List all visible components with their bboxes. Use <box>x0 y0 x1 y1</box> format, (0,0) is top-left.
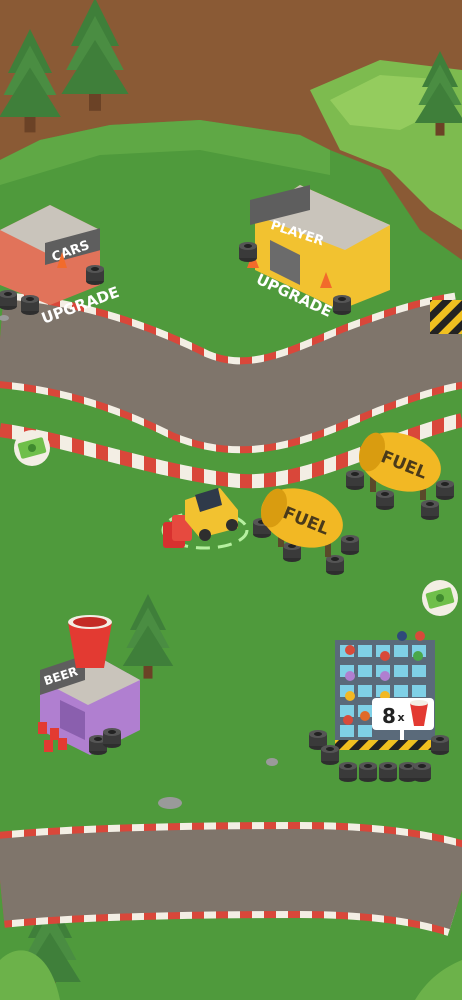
cash-icon[interactable] <box>422 580 458 616</box>
hazard-barrier <box>430 300 462 334</box>
cash-icon[interactable] <box>14 430 50 466</box>
cup-multiplier: x <box>397 711 404 724</box>
race-track-lower <box>0 821 462 936</box>
cup-count: 8 <box>382 704 396 728</box>
rock <box>158 797 182 809</box>
game-scene[interactable]: CARS UPGRADE PLAYER UPGRADE FUEL FUEL BE… <box>0 0 462 1000</box>
rock <box>266 758 278 766</box>
